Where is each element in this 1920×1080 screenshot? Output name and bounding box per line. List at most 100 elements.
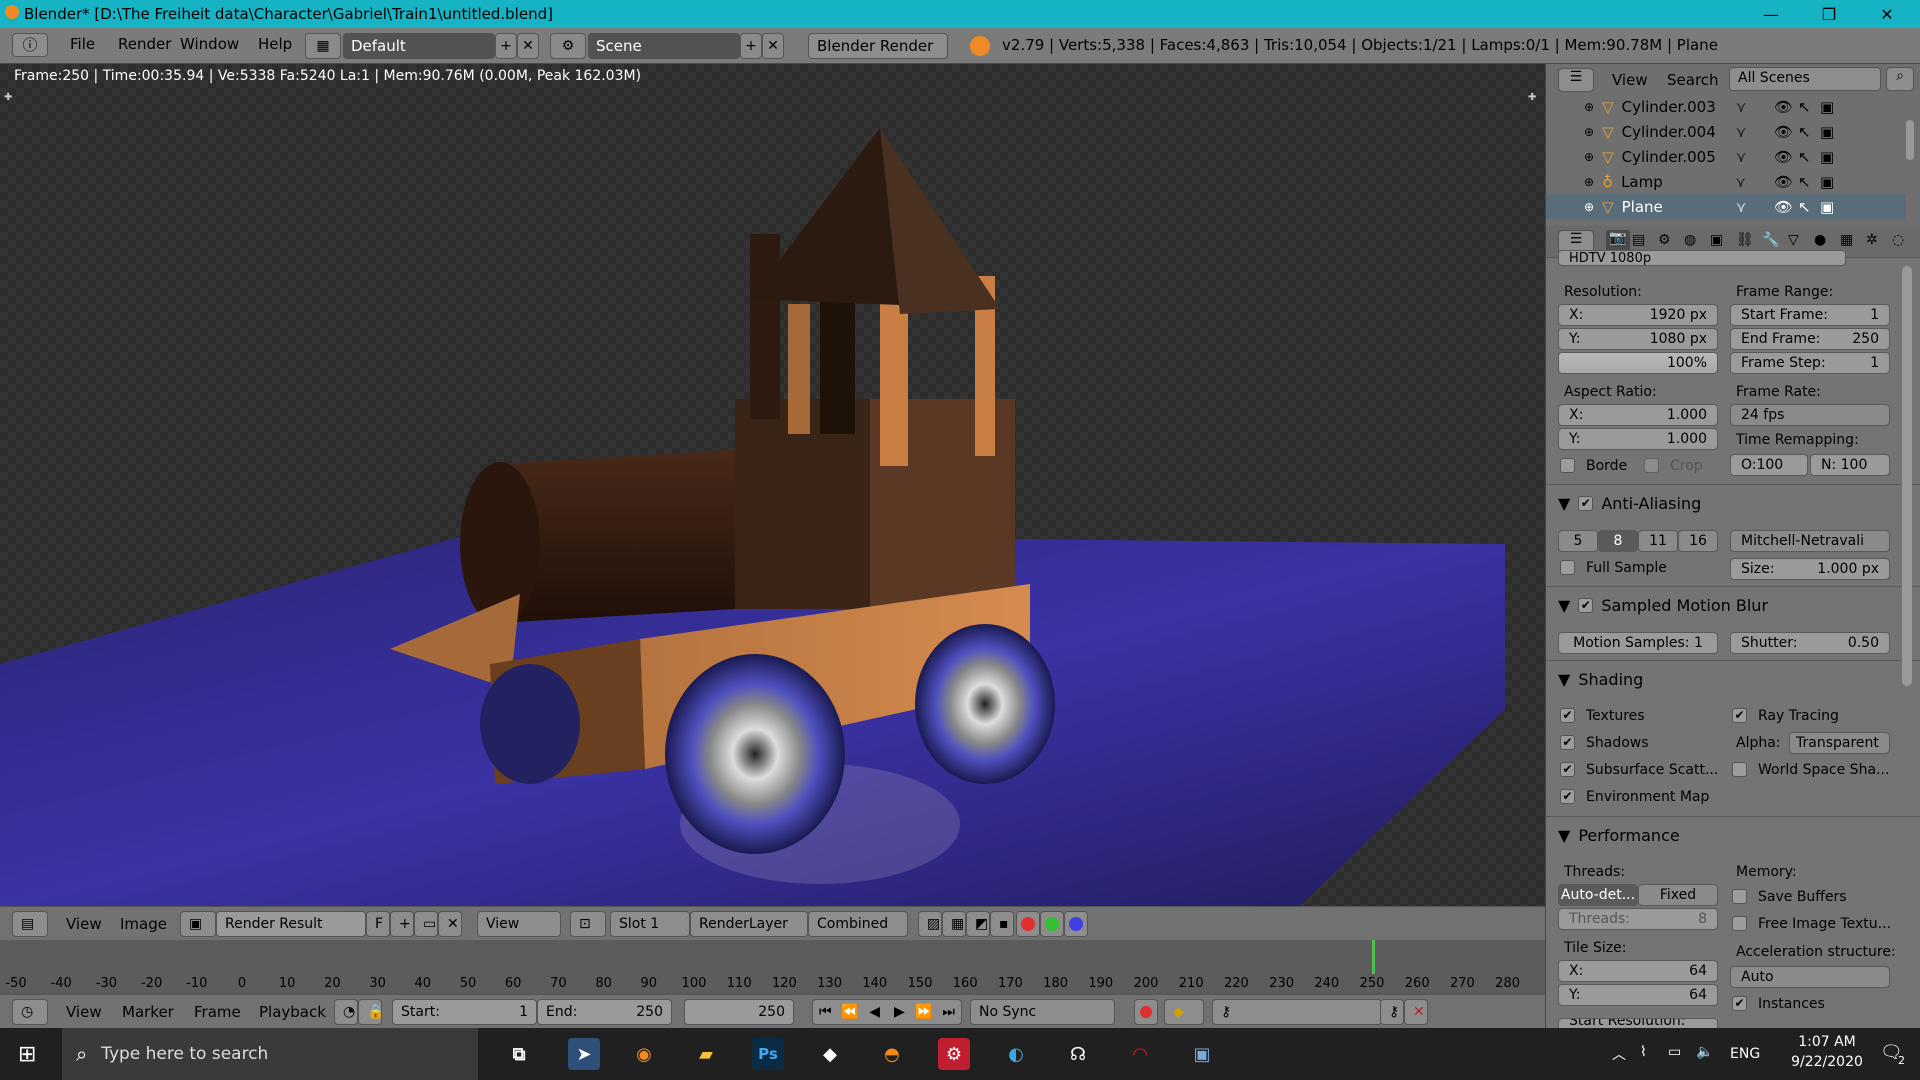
current-frame-field[interactable]: 250 [684,999,794,1025]
outliner-menu-view[interactable]: View [1612,71,1648,89]
start-resolution-field[interactable]: Start Resolution: 64 [1558,1018,1718,1028]
insert-key-button[interactable]: ⚷ [1380,999,1404,1025]
window-app-icon[interactable]: ▣ [1186,1038,1218,1070]
menu-view[interactable]: View [66,915,102,933]
scene-tab-icon[interactable]: ⚙ [1658,232,1671,248]
sync-select[interactable]: No Sync [970,999,1115,1025]
visibility-eye-icon[interactable]: 👁 [1774,173,1793,191]
corner-widget-right[interactable]: ✚ [1528,92,1536,103]
expand-icon[interactable]: ⊕ [1584,200,1594,214]
clock-date[interactable]: 9/22/2020 [1782,1054,1872,1070]
alpha-select[interactable]: Transparent [1789,732,1890,754]
env-map-checkbox[interactable]: ✔ [1560,789,1575,804]
render-camera-icon[interactable]: ▣ [1820,173,1834,191]
unity-icon[interactable]: ◆ [814,1038,846,1070]
render-layer-select[interactable]: RenderLayer [690,911,808,937]
frame-step-prop[interactable]: Frame Step: 1 [1730,352,1890,374]
data-tab-icon[interactable]: ▽ [1788,232,1799,248]
modifiers-tab-icon[interactable]: 🔧 [1762,232,1779,248]
draw-mode-icon[interactable]: ▨ [918,911,942,937]
app-icon[interactable]: ➤ [568,1038,600,1070]
aa-filter-select[interactable]: Mitchell-Netravali [1730,530,1890,552]
render-pass-select[interactable]: Combined [808,911,908,937]
select-cursor-icon[interactable]: ↖ [1798,198,1811,216]
image-name-field[interactable]: Render Result [216,911,366,937]
accel-select[interactable]: Auto [1730,966,1890,988]
minimize-button[interactable]: — [1742,0,1800,28]
outliner-menu-search[interactable]: Search [1667,71,1719,89]
outliner-scrollbar[interactable] [1906,120,1914,160]
aa-section-header[interactable]: ▼ ✔ Anti-Aliasing [1558,494,1701,513]
expand-icon[interactable]: ⊕ [1584,125,1594,139]
select-cursor-icon[interactable]: ↖ [1798,148,1811,166]
headphones-app-icon[interactable]: ☊ [1062,1038,1094,1070]
tray-chevron-icon[interactable]: ︿ [1612,1044,1626,1064]
threads-fixed-button[interactable]: Fixed [1638,884,1718,906]
menu-view-timeline[interactable]: View [66,1003,102,1021]
aspect-x-field[interactable]: X: 1.000 [1558,404,1718,426]
network-icon[interactable]: ⌇ [1640,1044,1647,1060]
tile-x-field[interactable]: X: 64 [1558,960,1718,982]
red-channel-icon[interactable] [1016,911,1040,937]
unlink-image-button[interactable]: ✕ [438,911,462,937]
file-explorer-icon[interactable]: ▰ [690,1038,722,1070]
language-indicator[interactable]: ENG [1730,1046,1760,1062]
performance-section-header[interactable]: ▼ Performance [1558,826,1680,845]
threads-count-field[interactable]: Threads: 8 [1558,908,1718,930]
add-scene-button[interactable]: + [740,33,762,59]
menu-help[interactable]: Help [246,35,304,53]
res-percent-slider[interactable]: 100% [1558,352,1718,374]
res-x-field[interactable]: X: 1920 px [1558,304,1718,326]
volume-icon[interactable]: 🔈 [1696,1044,1713,1060]
preview-range-icon[interactable]: ◔ [334,999,358,1025]
start-frame-field[interactable]: Start: 1 [392,999,537,1025]
render-camera-icon[interactable]: ▣ [1820,148,1834,166]
particles-tab-icon[interactable]: ✲ [1866,232,1878,248]
gauge-app-icon[interactable]: ◠ [1124,1038,1156,1070]
threads-auto-button[interactable]: Auto-det... [1558,884,1638,906]
render-viewport[interactable]: Frame:250 | Time:00:35.94 | Ve:5338 Fa:5… [0,64,1545,906]
aa-checkbox[interactable]: ✔ [1578,496,1594,511]
battery-icon[interactable]: ▭ [1668,1044,1681,1060]
close-button[interactable]: ✕ [1858,0,1916,28]
play-button[interactable]: ▶ [887,1004,912,1020]
motion-blur-section-header[interactable]: ▼ ✔ Sampled Motion Blur [1558,596,1768,615]
edge-icon[interactable]: ◐ [1000,1038,1032,1070]
firefox-icon[interactable]: ◉ [628,1038,660,1070]
info-editor-icon[interactable]: ⓘ [12,33,48,57]
visibility-eye-icon[interactable]: 👁 [1774,98,1793,116]
view-select[interactable]: View [477,911,561,937]
remove-scene-button[interactable]: ✕ [762,33,784,59]
photoshop-icon[interactable]: Ps [752,1038,784,1070]
add-layout-button[interactable]: + [495,33,517,59]
editor-type-icon[interactable]: ▤ [12,911,48,937]
jump-key-back-button[interactable]: ⏪ [838,1004,863,1020]
windows-start-icon[interactable]: ⊞ [18,1042,36,1067]
open-image-button[interactable]: ▭ [414,911,438,937]
aspect-y-field[interactable]: Y: 1.000 [1558,428,1718,450]
keying-set-field[interactable]: ⚷ [1212,999,1382,1025]
delete-key-button[interactable]: ✕ [1404,999,1428,1025]
keying-set-icon[interactable]: ◆ [1164,999,1204,1025]
record-button[interactable] [1134,999,1158,1025]
channel-icon[interactable]: ▪ [990,911,1014,937]
texture-tab-icon[interactable]: ▦ [1840,232,1853,248]
outliner-row[interactable]: ⊕ ▽ Cylinder.005 ⋎ 👁 ↖ ▣ [1546,144,1906,169]
remove-layout-button[interactable]: ✕ [517,33,539,59]
timeline[interactable]: -50 -40 -30 -20 -10 0 10 20 30 40 50 60 70 80 90 100 110… [0,940,1545,994]
aa-11-button[interactable]: 11 [1638,530,1678,552]
full-sample-checkbox[interactable] [1560,560,1575,575]
blender-taskbar-icon[interactable]: ◓ [876,1038,908,1070]
scene-field[interactable]: Scene [588,33,740,59]
sss-checkbox[interactable]: ✔ [1560,762,1575,777]
menu-playback[interactable]: Playback [259,1003,326,1021]
select-cursor-icon[interactable]: ↖ [1798,123,1811,141]
free-image-checkbox[interactable] [1732,916,1747,931]
render-camera-icon[interactable]: ▣ [1820,98,1834,116]
layout-icon[interactable]: ▦ [305,33,341,59]
lock-icon[interactable]: 🔒 [358,999,384,1025]
pivot-icon[interactable]: ⊡ [570,911,606,937]
expand-icon[interactable]: ⊕ [1584,100,1594,114]
corner-widget[interactable]: ✚ [4,92,12,103]
timeline-editor-icon[interactable]: ◷ [12,999,48,1025]
